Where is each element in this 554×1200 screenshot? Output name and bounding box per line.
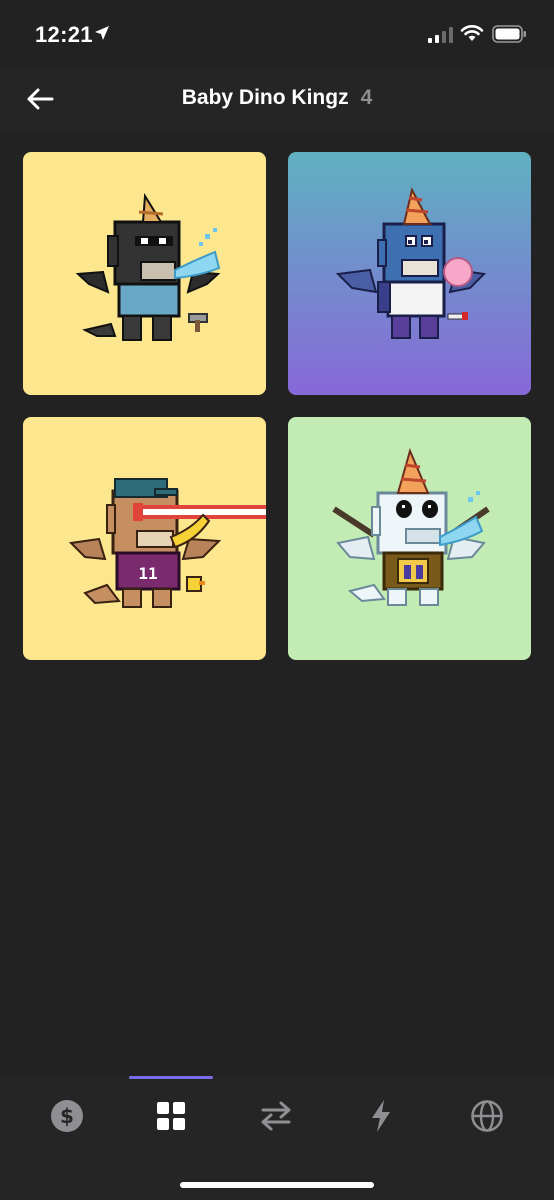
swap-arrows-icon — [261, 1101, 291, 1131]
lightning-icon — [372, 1100, 390, 1132]
home-indicator — [180, 1182, 374, 1188]
nft-image-laser-dino: 11 — [23, 417, 266, 660]
item-count: 4 — [360, 86, 373, 109]
collectibles-grid: 11 — [23, 152, 531, 660]
nft-card-4[interactable] — [288, 417, 531, 660]
location-arrow-icon — [95, 26, 109, 40]
battery-icon — [492, 25, 526, 43]
nft-card-3[interactable]: 11 — [23, 417, 266, 660]
page-title: Baby Dino Kingz 4 — [0, 86, 554, 110]
nft-image-black-dino — [23, 152, 266, 395]
tab-balances[interactable]: $ — [27, 1094, 107, 1138]
nft-card-1[interactable] — [23, 152, 266, 395]
status-bar: 12:21 — [0, 0, 554, 70]
nft-card-2[interactable] — [288, 152, 531, 395]
top-navigation-bar: Baby Dino Kingz 4 — [0, 70, 554, 130]
svg-text:$: $ — [60, 1104, 74, 1128]
nft-image-white-dino — [288, 417, 531, 660]
tab-swap[interactable] — [236, 1094, 316, 1138]
cellular-signal-icon — [428, 27, 453, 43]
collection-name: Baby Dino Kingz — [181, 86, 349, 109]
active-tab-indicator — [129, 1076, 213, 1079]
tab-browser[interactable] — [447, 1094, 527, 1138]
svg-text:11: 11 — [138, 564, 157, 583]
dollar-icon: $ — [51, 1100, 83, 1132]
tab-collectibles[interactable] — [131, 1094, 211, 1138]
grid-icon — [157, 1102, 185, 1130]
wifi-icon — [460, 25, 484, 41]
status-time: 12:21 — [35, 22, 93, 47]
nft-image-blue-dino — [288, 152, 531, 395]
globe-icon — [471, 1100, 503, 1132]
tab-activity[interactable] — [341, 1094, 421, 1138]
